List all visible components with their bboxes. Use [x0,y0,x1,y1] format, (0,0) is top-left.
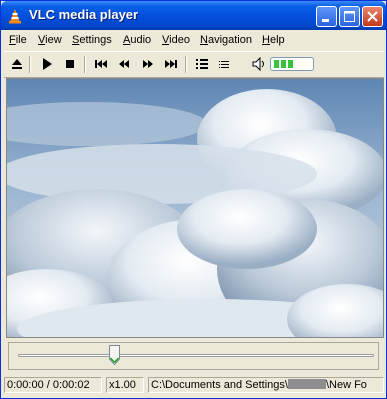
menu-help[interactable]: Help [262,34,285,46]
vlc-cone-icon [9,9,21,24]
eject-icon [12,59,22,69]
playlist-icon [196,59,208,69]
volume-segment [288,60,293,68]
menu-file-accel: F [9,34,16,46]
next-button[interactable] [162,55,180,73]
seek-track[interactable] [18,354,374,357]
video-display[interactable] [6,78,384,338]
video-frame-clouds [7,79,383,337]
play-icon [43,58,52,70]
skip-forward-icon [165,60,177,68]
time-display: 0:00:00 / 0:00:02 [4,377,102,393]
minimize-icon [322,19,329,22]
close-button[interactable] [362,6,383,27]
menu-help-accel: H [262,34,270,46]
fast-forward-icon [143,60,153,68]
slower-button[interactable] [115,55,133,73]
close-icon [367,11,378,22]
menu-navigation[interactable]: Navigation [200,34,252,46]
playlist-button[interactable] [193,55,211,73]
volume-slider[interactable] [270,57,314,71]
menu-view-label: iew [45,34,62,46]
window-title: VLC media player [29,7,139,22]
rewind-icon [119,60,129,68]
menu-file[interactable]: File [9,34,27,46]
title-bar[interactable]: VLC media player [1,1,386,30]
faster-button[interactable] [139,55,157,73]
toolbar-separator [185,56,187,73]
menu-bar: File View Settings Audio Video Navigatio… [4,31,384,50]
menu-video[interactable]: Video [162,34,190,46]
stop-button[interactable] [61,55,79,73]
playback-speed: x1.00 [106,377,144,393]
speaker-icon [252,56,264,72]
maximize-icon [344,11,355,22]
maximize-button[interactable] [339,6,360,27]
file-path-prefix: C:\Documents and Settings\ [151,379,288,391]
status-bar: 0:00:00 / 0:00:02 x1.00 C:\Documents and… [4,375,384,396]
vlc-window: VLC media player File View Settings Audi… [0,0,387,399]
volume-segment [281,60,286,68]
skip-back-icon [95,60,107,68]
list-small-icon [219,61,229,68]
minimize-button[interactable] [316,6,337,27]
stop-icon [66,60,74,68]
menu-file-label: ile [15,34,27,46]
menu-audio[interactable]: Audio [123,34,151,46]
file-path-suffix: \New Fo [325,379,367,391]
menu-video-label: ideo [169,34,190,46]
menu-view[interactable]: View [38,34,62,46]
volume-segment [274,60,279,68]
menu-navigation-label: avigation [207,34,252,46]
menu-settings-label: ettings [79,34,112,46]
seek-bar-frame [8,342,379,370]
mute-button[interactable] [250,55,268,73]
menu-help-label: elp [269,34,285,46]
toolbar-separator [29,56,31,73]
file-path: C:\Documents and Settings\ \New Fo [148,377,384,393]
previous-button[interactable] [92,55,110,73]
extended-settings-button[interactable] [215,55,233,73]
eject-button[interactable] [8,55,26,73]
toolbar-separator [84,56,86,73]
menu-audio-label: udio [130,34,152,46]
play-button[interactable] [38,55,56,73]
seek-slider-thumb[interactable] [108,345,120,365]
redacted-username [287,379,326,389]
menu-navigation-accel: N [200,34,208,46]
toolbar [4,51,384,78]
menu-settings[interactable]: Settings [72,34,112,46]
